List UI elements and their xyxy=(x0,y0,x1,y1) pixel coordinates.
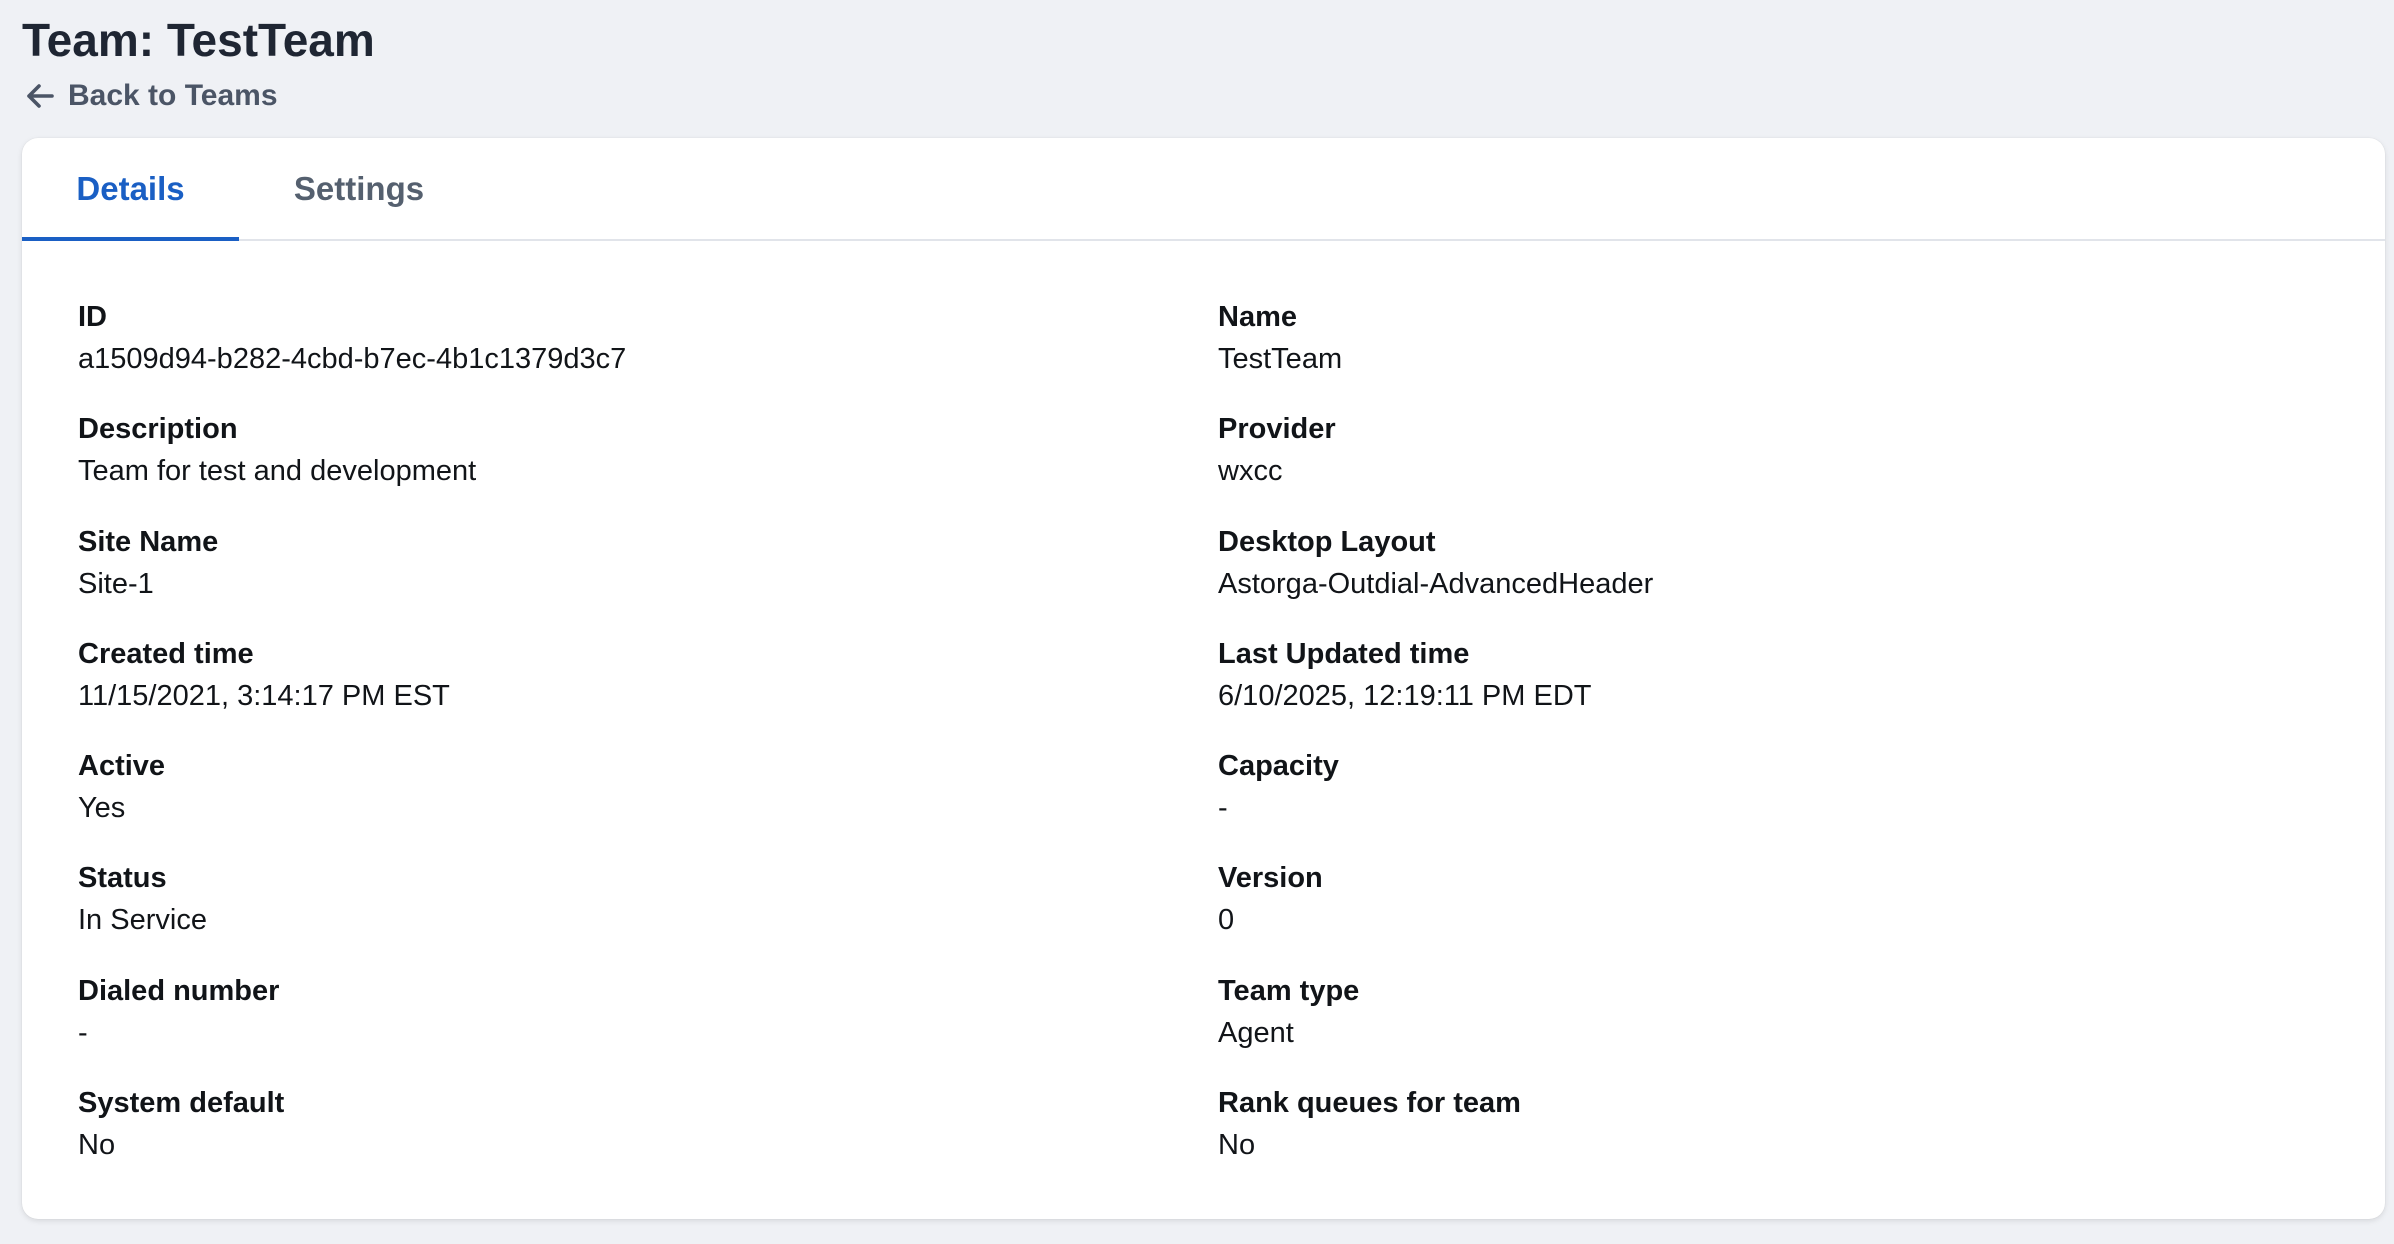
field-created-time: Created time 11/15/2021, 3:14:17 PM EST xyxy=(78,635,1218,747)
field-label: Team type xyxy=(1218,974,1360,1007)
field-description: Description Team for test and developmen… xyxy=(78,410,1218,522)
field-label: ID xyxy=(78,301,107,333)
field-label: Site Name xyxy=(78,525,219,558)
field-site-name: Site Name Site-1 xyxy=(78,523,1218,635)
field-value: 11/15/2021, 3:14:17 PM EST xyxy=(78,679,450,712)
field-label: Version xyxy=(1218,862,1323,895)
field-label: Status xyxy=(78,862,167,895)
field-last-updated-time: Last Updated time 6/10/2025, 12:19:11 PM… xyxy=(1218,635,2358,747)
field-label: Provider xyxy=(1218,413,1336,446)
field-value: Agent xyxy=(1218,1016,1294,1049)
page-title: Team: TestTeam xyxy=(22,14,375,66)
field-label: Rank queues for team xyxy=(1218,1087,1521,1120)
field-value: wxcc xyxy=(1218,455,1283,488)
field-active: Active Yes xyxy=(78,747,1218,859)
tab-bar: Details Settings xyxy=(22,138,2385,241)
field-rank-queues: Rank queues for team No xyxy=(1218,1084,2358,1196)
field-label: Capacity xyxy=(1218,750,1339,783)
field-desktop-layout: Desktop Layout Astorga-Outdial-AdvancedH… xyxy=(1218,523,2358,635)
field-capacity: Capacity - xyxy=(1218,747,2358,859)
field-version: Version 0 xyxy=(1218,859,2358,971)
field-value: a1509d94-b282-4cbd-b7ec-4b1c1379d3c7 xyxy=(78,343,627,375)
field-value: 6/10/2025, 12:19:11 PM EDT xyxy=(1218,679,1592,712)
arrow-left-icon xyxy=(26,83,54,109)
field-name: Name TestTeam xyxy=(1218,298,2358,410)
field-value: Astorga-Outdial-AdvancedHeader xyxy=(1218,567,1654,600)
field-value: No xyxy=(1218,1129,1256,1162)
details-grid: ID a1509d94-b282-4cbd-b7ec-4b1c1379d3c7 … xyxy=(78,298,2358,1196)
field-provider: Provider wxcc xyxy=(1218,410,2358,522)
team-details-card: Details Settings ID a1509d94-b282-4cbd-b… xyxy=(22,138,2385,1219)
field-value: - xyxy=(78,1016,88,1049)
field-label: Dialed number xyxy=(78,974,280,1007)
tab-details[interactable]: Details xyxy=(22,138,239,241)
field-status: Status In Service xyxy=(78,859,1218,971)
field-value: In Service xyxy=(78,904,207,937)
field-label: Description xyxy=(78,413,238,446)
field-label: Name xyxy=(1218,301,1297,333)
field-label: Active xyxy=(78,750,166,783)
field-team-type: Team type Agent xyxy=(1218,972,2358,1084)
back-link-label: Back to Teams xyxy=(68,79,278,112)
field-dialed-number: Dialed number - xyxy=(78,972,1218,1084)
field-value: Site-1 xyxy=(78,567,154,600)
field-value: TestTeam xyxy=(1218,343,1343,375)
field-label: Created time xyxy=(78,637,254,670)
field-label: Desktop Layout xyxy=(1218,525,1436,558)
field-value: No xyxy=(78,1129,116,1162)
field-value: Yes xyxy=(78,792,126,825)
field-label: Last Updated time xyxy=(1218,637,1470,670)
field-value: 0 xyxy=(1218,904,1235,937)
field-value: Team for test and development xyxy=(78,455,477,488)
field-value: - xyxy=(1218,792,1228,825)
back-to-teams-link[interactable]: Back to Teams xyxy=(26,76,278,116)
field-label: System default xyxy=(78,1087,285,1120)
tab-settings[interactable]: Settings xyxy=(239,138,479,239)
field-system-default: System default No xyxy=(78,1084,1218,1196)
field-id: ID a1509d94-b282-4cbd-b7ec-4b1c1379d3c7 xyxy=(78,298,1218,410)
